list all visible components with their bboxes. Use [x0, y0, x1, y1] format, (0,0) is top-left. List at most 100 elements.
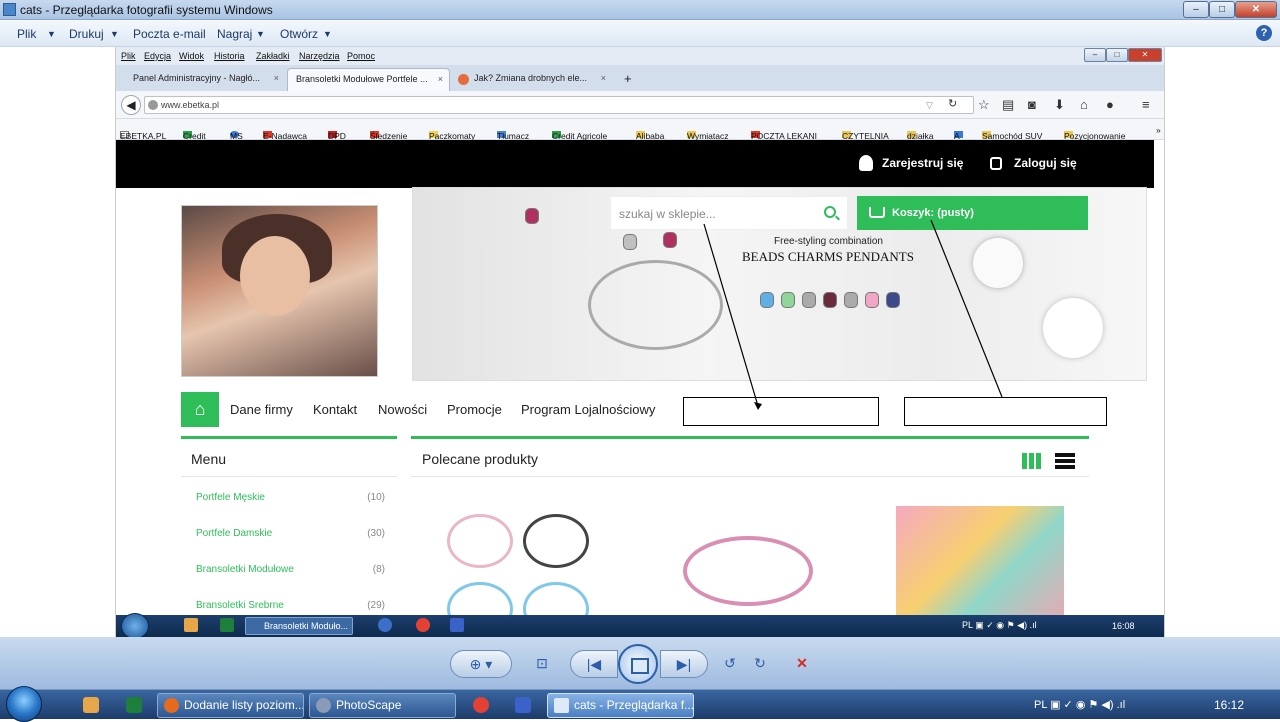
actual-size-icon[interactable]: ⊡: [522, 650, 562, 678]
slideshow-button[interactable]: [618, 644, 658, 684]
banner-title: BEADS CHARMS PENDANTS: [742, 249, 914, 264]
pocket-icon: ◙: [1028, 97, 1036, 112]
home-icon: ⌂: [181, 392, 219, 427]
ff-menu-widok: Widok: [179, 51, 205, 61]
category-count: (30): [367, 528, 385, 539]
favicon-icon: [458, 74, 469, 85]
menu-title: Menu: [181, 439, 397, 477]
close-icon: ×: [437, 74, 443, 84]
chevron-down-icon[interactable]: ▼: [47, 29, 56, 39]
menu-poczta[interactable]: Poczta e-mail: [133, 27, 206, 41]
inner-taskbar: Bransoletki Moduło... PL ▣ ✓ ◉ ⚑ ◀) .ıl …: [116, 613, 1164, 637]
dropdown-icon: ▽: [926, 100, 933, 110]
url-text: www.ebetka.pl: [161, 100, 220, 110]
category-link: Portfele Męskie: [196, 492, 265, 503]
tab-label: Jak? Zmiana drobnych ele...: [474, 73, 588, 83]
rotate-left-icon[interactable]: ↺: [718, 650, 742, 678]
globe-icon: [148, 100, 158, 110]
home-icon: ⌂: [1080, 97, 1088, 112]
inner-clock: 16:08: [1112, 621, 1135, 631]
displayed-photo: Plik Edycja Widok Historia Zakładki Narz…: [115, 47, 1165, 637]
nav-program: Program Lojalnościowy: [521, 402, 656, 417]
new-tab-icon: +: [624, 71, 632, 86]
next-icon[interactable]: ▶|: [660, 650, 708, 678]
clock[interactable]: 16:12: [1214, 698, 1244, 712]
photo-viewer-icon: [3, 3, 16, 16]
back-arrow-icon: ◀: [121, 95, 141, 115]
ff-menu-plik: Plik: [121, 51, 136, 61]
nav-nowosci: Nowości: [378, 402, 428, 417]
windows-taskbar: Dodanie listy poziom... PhotoScape cats …: [0, 686, 1280, 722]
annotation-box: [904, 397, 1107, 426]
reload-icon: ↻: [948, 98, 958, 110]
tab-bransoletki: Bransoletki Modułowe Portfele ... ×: [287, 68, 450, 91]
search-icon: [824, 206, 836, 218]
viewer-titlebar: cats - Przeglądarka fotografii systemu W…: [0, 0, 1280, 20]
chevron-down-icon[interactable]: ▼: [323, 29, 332, 39]
close-icon: ×: [273, 73, 279, 83]
task-photo-viewer[interactable]: cats - Przeglądarka f...: [547, 693, 694, 718]
more-bookmarks-icon: »: [1156, 125, 1161, 135]
close-icon: ×: [600, 73, 606, 83]
app-icon: [450, 618, 464, 632]
ff-menu-zakladki: Zakładki: [256, 51, 290, 61]
grid-view-icon: [1022, 453, 1042, 469]
system-tray[interactable]: PL ▣ ✓ ◉ ⚑ ◀) .ıl: [1034, 698, 1125, 711]
delete-icon[interactable]: ✕: [790, 650, 814, 678]
ff-menu-pomoc: Pomoc: [347, 51, 376, 61]
site-navigation: ⌂ Dane firmy Kontakt Nowości Promocje Pr…: [181, 392, 1107, 427]
inner-task-firefox: Bransoletki Moduło...: [245, 617, 353, 635]
firefox-menubar: Plik Edycja Widok Historia Zakładki Narz…: [116, 47, 1164, 65]
address-bar: www.ebetka.pl: [144, 96, 974, 114]
tab-panel: Panel Administracyjny - Nagłó... ×: [125, 68, 285, 91]
category-count: (8): [372, 564, 385, 575]
category-count: (10): [367, 492, 385, 503]
task-firefox[interactable]: Dodanie listy poziom...: [157, 693, 304, 718]
category-count: (29): [367, 600, 385, 611]
start-icon: [121, 613, 149, 637]
search-input: szukaj w sklepie...: [610, 196, 848, 230]
nav-dane-firmy: Dane firmy: [230, 402, 293, 417]
list-view-icon: [1055, 453, 1075, 469]
previous-icon[interactable]: |◀: [570, 650, 618, 678]
lock-icon: [990, 157, 1002, 170]
zoom-button[interactable]: ⊕ ▾: [450, 650, 512, 678]
tab-label: Panel Administracyjny - Nagłó...: [133, 73, 261, 83]
inner-tray: PL ▣ ✓ ◉ ⚑ ◀) .ıl: [962, 620, 1037, 630]
chevron-down-icon[interactable]: ▼: [256, 29, 265, 39]
chat-icon: ●: [1106, 97, 1114, 112]
nav-kontakt: Kontakt: [313, 402, 358, 417]
tab-label: Bransoletki Modułowe Portfele ...: [296, 74, 428, 84]
menu-plik[interactable]: Plik: [17, 27, 36, 41]
excel-icon[interactable]: [126, 697, 142, 713]
tab-jak: Jak? Zmiana drobnych ele... ×: [452, 68, 612, 91]
firefox-tabbar: Panel Administracyjny - Nagłó... × Branso…: [116, 65, 1164, 91]
products-title: Polecane produkty: [422, 451, 538, 467]
cart-icon: [869, 207, 885, 218]
user-icon: [859, 155, 873, 171]
download-icon: ⬇: [1054, 97, 1065, 112]
app-icon[interactable]: [515, 697, 531, 713]
hamburger-icon: ≡: [1142, 97, 1150, 112]
menu-nagraj[interactable]: Nagraj: [217, 27, 252, 41]
bookmarks-bar: EBETKA.PL Credit MS E-Nadawca DPD Śledze…: [116, 119, 1164, 141]
viewer-controls: ⊕ ▾ ⊡ |◀ ▶| ↺ ↻ ✕: [0, 637, 1280, 689]
chevron-down-icon[interactable]: ▼: [110, 29, 119, 39]
ff-close-icon: ✕: [1128, 48, 1162, 62]
task-photoscape[interactable]: PhotoScape: [309, 693, 456, 718]
model-photo: [181, 205, 378, 377]
minimize-button[interactable]: –: [1183, 1, 1209, 18]
viewer-title: cats - Przeglądarka fotografii systemu W…: [20, 3, 273, 17]
category-link: Portfele Damskie: [196, 528, 273, 539]
firefox-navbar: ◀ www.ebetka.pl ▽ ↻ ☆ ▤ ◙ ⬇ ⌂ ● ≡: [116, 91, 1164, 119]
quicklaunch-icon[interactable]: [83, 697, 99, 713]
menu-otworz[interactable]: Otwórz: [280, 27, 318, 41]
close-button[interactable]: ✕: [1235, 1, 1277, 18]
start-button[interactable]: [6, 686, 42, 722]
maximize-button[interactable]: □: [1209, 1, 1235, 18]
rotate-right-icon[interactable]: ↻: [748, 650, 772, 678]
chrome-icon[interactable]: [473, 697, 489, 713]
help-icon[interactable]: ?: [1256, 25, 1272, 41]
star-icon: ☆: [978, 97, 990, 112]
menu-drukuj[interactable]: Drukuj: [69, 27, 104, 41]
